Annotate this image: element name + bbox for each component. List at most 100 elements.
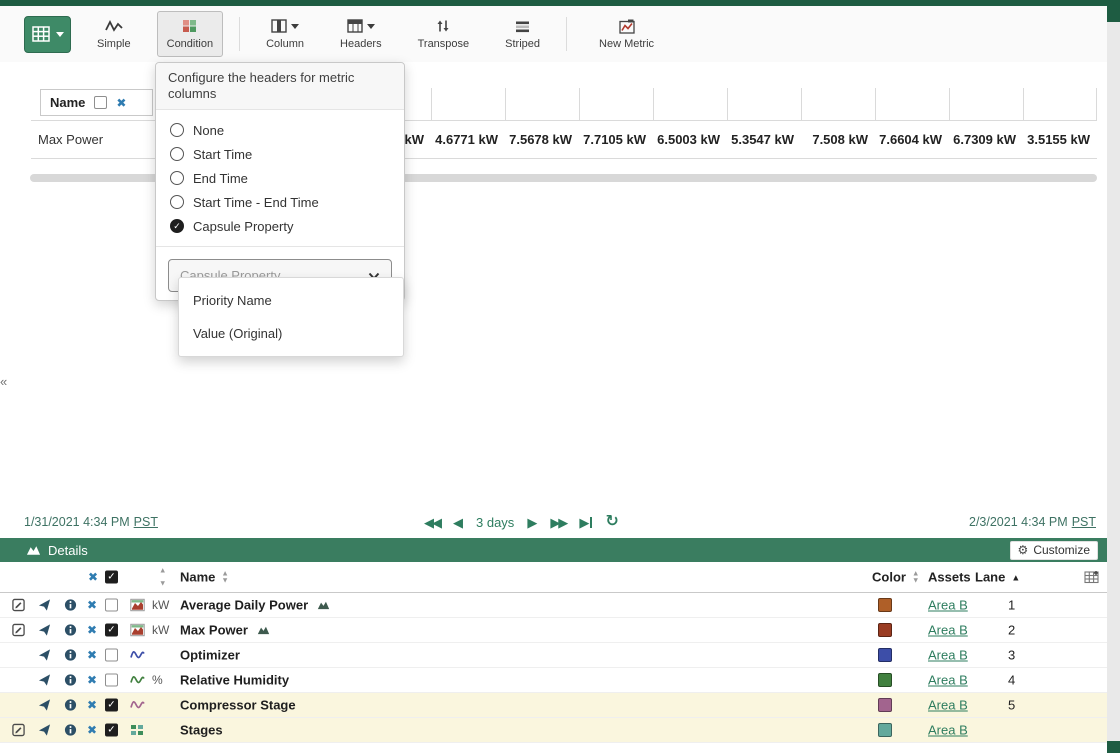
item-info-icon[interactable]: [64, 674, 77, 687]
toolbar-button-column[interactable]: Column: [256, 11, 314, 57]
item-checkbox[interactable]: [105, 649, 118, 662]
lane-sort-asc-icon[interactable]: ▲: [1011, 572, 1020, 582]
item-checkbox[interactable]: [105, 674, 118, 687]
metric-row-label[interactable]: Max Power: [38, 121, 103, 158]
metric-column-header: [727, 88, 801, 120]
capsule-property-menu: Priority Name Value (Original): [178, 277, 404, 357]
refresh-icon[interactable]: ↻: [605, 514, 618, 530]
toolbar-button-condition[interactable]: Condition: [157, 11, 223, 57]
toolbar-button-headers[interactable]: Headers: [330, 11, 392, 57]
remove-item-icon[interactable]: ✖: [87, 599, 97, 611]
customize-button[interactable]: ⚙ Customize: [1010, 541, 1098, 560]
item-info-icon[interactable]: [64, 699, 77, 712]
item-info-icon[interactable]: [64, 649, 77, 662]
toolbar-button-simple[interactable]: Simple: [87, 11, 141, 57]
select-all-checkbox[interactable]: ✓: [105, 571, 118, 584]
color-swatch[interactable]: [878, 698, 892, 712]
radio-unselected-icon: [170, 171, 184, 185]
condition-table-icon: [182, 18, 197, 34]
details-row[interactable]: ✖ ✓ Stages Area B: [0, 718, 1107, 743]
details-row[interactable]: ✖ ✓ kW Max Power Area B 2: [0, 618, 1107, 643]
option-label: Start Time: [193, 147, 252, 162]
go-to-now-icon[interactable]: ▶: [579, 516, 592, 529]
color-sort-icon[interactable]: ▲▼: [912, 571, 919, 584]
table-view-menu-button[interactable]: [24, 16, 71, 53]
asset-link[interactable]: Area B: [928, 598, 968, 613]
color-swatch[interactable]: [878, 648, 892, 662]
duration-label[interactable]: 3 days: [476, 515, 514, 530]
details-panel-header: Details ⚙ Customize: [0, 538, 1107, 562]
details-row[interactable]: ✖ kW Average Daily Power Area B 1: [0, 593, 1107, 618]
details-row[interactable]: ✖ ✓ Compressor Stage Area B 5: [0, 693, 1107, 718]
option-label: Capsule Property: [193, 219, 293, 234]
item-checkbox[interactable]: ✓: [105, 699, 118, 712]
menu-item-value-original[interactable]: Value (Original): [179, 317, 403, 350]
sort-selected-icon[interactable]: ▲▼: [159, 568, 166, 587]
remove-all-icon[interactable]: ✖: [88, 571, 98, 583]
send-to-trend-icon[interactable]: [38, 724, 51, 737]
metric-value-cell: 7.7105 kW: [579, 132, 653, 147]
asset-link[interactable]: Area B: [928, 723, 968, 738]
header-option-start-end-time[interactable]: Start Time - End Time: [170, 190, 390, 214]
option-label: Start Time - End Time: [193, 195, 319, 210]
item-name: Max Power: [180, 623, 248, 638]
item-name: Optimizer: [180, 648, 240, 663]
end-timezone-link[interactable]: PST: [1072, 515, 1096, 529]
header-option-capsule-property[interactable]: ✓ Capsule Property: [170, 214, 390, 238]
start-timezone-link[interactable]: PST: [134, 515, 158, 529]
step-back-half-icon[interactable]: ◀: [453, 516, 463, 529]
step-back-full-icon[interactable]: ◀◀: [424, 516, 440, 529]
edit-metric-icon[interactable]: [12, 599, 25, 612]
color-swatch[interactable]: [878, 723, 892, 737]
header-option-start-time[interactable]: Start Time: [170, 142, 390, 166]
column-header-name[interactable]: Name ▲▼: [180, 570, 229, 585]
step-forward-full-icon[interactable]: ▶▶: [550, 516, 566, 529]
remove-item-icon[interactable]: ✖: [87, 724, 97, 736]
item-checkbox[interactable]: ✓: [105, 624, 118, 637]
toolbar-button-new-metric[interactable]: New Metric: [589, 11, 664, 57]
remove-item-icon[interactable]: ✖: [87, 699, 97, 711]
time-navigation: ◀◀ ◀ 3 days ▶ ▶▶ ▶ ↻: [424, 510, 619, 534]
step-forward-half-icon[interactable]: ▶: [527, 516, 537, 529]
collapse-panel-icon[interactable]: «: [0, 374, 12, 389]
name-header-checkbox[interactable]: [94, 96, 107, 109]
header-option-none[interactable]: None: [170, 118, 390, 142]
toolbar-button-transpose[interactable]: Transpose: [408, 11, 480, 57]
asset-link[interactable]: Area B: [928, 698, 968, 713]
column-header-lane[interactable]: Lane ▲: [975, 570, 1020, 585]
send-to-trend-icon[interactable]: [38, 649, 51, 662]
column-header-color[interactable]: Color ▲▼: [872, 570, 919, 585]
edit-condition-icon[interactable]: [12, 724, 25, 737]
metric-column-header: [505, 88, 579, 120]
menu-item-priority-name[interactable]: Priority Name: [179, 284, 403, 317]
remove-item-icon[interactable]: ✖: [87, 649, 97, 661]
remove-item-icon[interactable]: ✖: [87, 624, 97, 636]
edit-metric-icon[interactable]: [12, 624, 25, 637]
send-to-trend-icon[interactable]: [38, 699, 51, 712]
item-info-icon[interactable]: [64, 599, 77, 612]
color-swatch[interactable]: [878, 598, 892, 612]
send-to-trend-icon[interactable]: [38, 674, 51, 687]
name-column-header[interactable]: Name ✖: [40, 89, 153, 116]
color-swatch[interactable]: [878, 623, 892, 637]
details-row[interactable]: ✖ Optimizer Area B 3: [0, 643, 1107, 668]
item-checkbox[interactable]: ✓: [105, 724, 118, 737]
item-uom: kW: [152, 598, 169, 612]
item-info-icon[interactable]: [64, 724, 77, 737]
column-header-assets[interactable]: Assets: [928, 570, 971, 585]
toolbar-button-striped[interactable]: Striped: [495, 11, 550, 57]
asset-link[interactable]: Area B: [928, 623, 968, 638]
details-row[interactable]: ✖ % Relative Humidity Area B 4: [0, 668, 1107, 693]
asset-link[interactable]: Area B: [928, 673, 968, 688]
header-option-end-time[interactable]: End Time: [170, 166, 390, 190]
color-swatch[interactable]: [878, 673, 892, 687]
add-column-icon[interactable]: [1084, 571, 1099, 584]
remove-column-icon[interactable]: ✖: [116, 97, 126, 109]
asset-link[interactable]: Area B: [928, 648, 968, 663]
send-to-trend-icon[interactable]: [38, 599, 51, 612]
send-to-trend-icon[interactable]: [38, 624, 51, 637]
item-info-icon[interactable]: [64, 624, 77, 637]
item-checkbox[interactable]: [105, 599, 118, 612]
remove-item-icon[interactable]: ✖: [87, 674, 97, 686]
name-sort-icon[interactable]: ▲▼: [221, 571, 228, 584]
